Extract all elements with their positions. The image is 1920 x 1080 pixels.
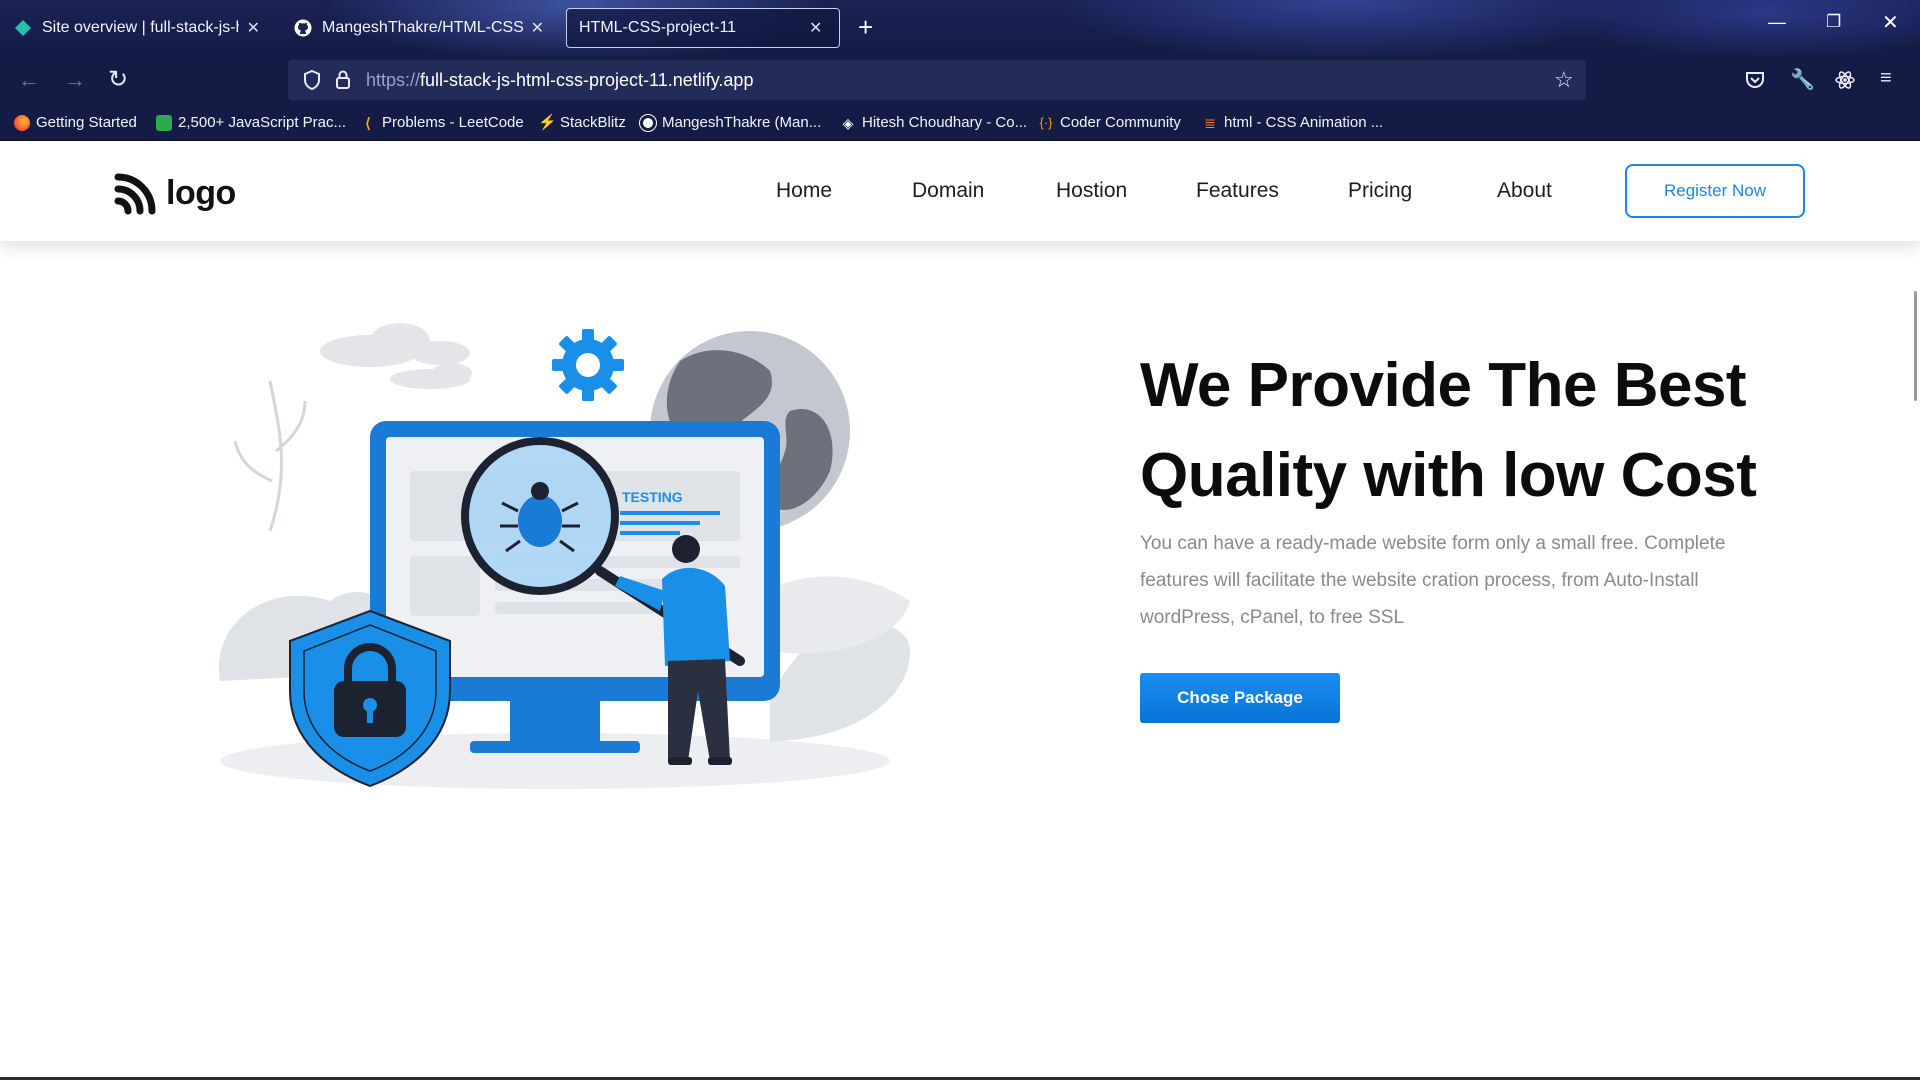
github-icon	[640, 114, 656, 131]
nav-home[interactable]: Home	[776, 179, 832, 203]
github-icon	[294, 19, 312, 37]
reload-icon[interactable]: ↻	[108, 68, 128, 92]
browser-tab-github[interactable]: MangeshThakre/HTML-CSS-Pro ✕	[282, 8, 556, 48]
forward-arrow-icon[interactable]: →	[64, 68, 86, 92]
bookmark-github-profile[interactable]: MangeshThakre (Man...	[640, 114, 821, 131]
plant-leaves-icon	[233, 380, 307, 532]
bookmark-label: html - CSS Animation ...	[1224, 114, 1384, 131]
bookmark-star-icon[interactable]: ☆	[1554, 67, 1574, 93]
back-arrow-icon[interactable]: ←	[18, 68, 40, 92]
site-header: logo Home Domain Hostion Features Pricin…	[0, 141, 1920, 241]
hero-description: You can have a ready-made website form o…	[1140, 533, 1726, 628]
url-host: full-stack-js-html-css-project-11.netlif…	[420, 70, 754, 90]
close-icon[interactable]: ✕	[809, 18, 822, 38]
wrench-icon[interactable]: 🔧	[1790, 67, 1815, 92]
browser-toolbar: ← → ↻ https://full-stack-js-html-css-pro…	[0, 56, 1920, 106]
restore-icon[interactable]: ❐	[1826, 12, 1841, 32]
code-braces-icon: {·}	[1039, 114, 1053, 130]
hero-title-line1: We Provide The Best	[1140, 351, 1747, 420]
shield-icon[interactable]	[302, 69, 322, 91]
hero-illustration: TESTING	[218, 323, 910, 789]
close-window-icon[interactable]: ✕	[1882, 10, 1899, 35]
close-icon[interactable]: ✕	[531, 18, 544, 38]
tab-title: HTML-CSS-project-11	[579, 19, 737, 36]
register-now-button[interactable]: Register Now	[1625, 164, 1805, 218]
bookmark-label: MangeshThakre (Man...	[662, 114, 822, 131]
browser-tab-strip: Site overview | full-stack-js-html ✕ Man…	[0, 0, 1920, 56]
nav-domain[interactable]: Domain	[912, 179, 984, 203]
bookmark-label: Coder Community	[1060, 114, 1181, 131]
minimize-icon[interactable]: —	[1768, 12, 1786, 33]
logo-text: logo	[166, 173, 236, 212]
tab-title: MangeshThakre/HTML-CSS-Pro	[322, 19, 523, 36]
bookmark-js-practice[interactable]: 2,500+ JavaScript Prac...	[156, 114, 346, 131]
netlify-diamond-icon	[15, 20, 31, 36]
stackoverflow-icon: ≣	[1204, 114, 1216, 131]
chose-package-button[interactable]: Chose Package	[1140, 673, 1340, 723]
react-devtools-icon[interactable]	[1834, 69, 1856, 91]
bookmark-label: 2,500+ JavaScript Prac...	[178, 114, 347, 131]
cloud-icon	[320, 323, 472, 389]
hero-title: We Provide The Best Quality with low Cos…	[1140, 341, 1860, 521]
leetcode-icon: ⟨	[365, 114, 371, 131]
close-icon[interactable]: ✕	[247, 18, 260, 38]
firefox-icon	[14, 114, 30, 131]
lock-icon[interactable]	[334, 69, 352, 91]
nav-about[interactable]: About	[1497, 179, 1552, 203]
bookmark-label: Getting Started	[36, 114, 137, 131]
address-bar[interactable]: https://full-stack-js-html-css-project-1…	[288, 60, 1586, 100]
hamburger-menu-icon[interactable]: ≡	[1880, 67, 1892, 90]
bookmark-hitesh[interactable]: ◈ Hitesh Choudhary - Co...	[840, 114, 1027, 131]
nav-features[interactable]: Features	[1196, 179, 1279, 203]
gear-icon	[552, 329, 624, 401]
site-logo[interactable]: logo	[114, 171, 236, 215]
bookmark-label: Problems - LeetCode	[382, 114, 524, 131]
codepen-icon: ◈	[842, 114, 854, 131]
bookmark-coder-community[interactable]: {·} Coder Community	[1038, 114, 1181, 131]
url-text[interactable]: https://full-stack-js-html-css-project-1…	[366, 70, 753, 91]
bolt-icon: ⚡	[538, 113, 557, 131]
puzzle-icon	[156, 114, 172, 131]
browser-tab-active[interactable]: HTML-CSS-project-11 ✕	[566, 8, 840, 48]
browser-tab-site-overview[interactable]: Site overview | full-stack-js-html ✕	[2, 8, 272, 48]
bookmark-leetcode[interactable]: ⟨ Problems - LeetCode	[360, 114, 524, 131]
scrollbar[interactable]	[1914, 291, 1917, 401]
nav-pricing[interactable]: Pricing	[1348, 179, 1412, 203]
web-page: logo Home Domain Hostion Features Pricin…	[0, 141, 1920, 1080]
bookmark-stackblitz[interactable]: ⚡ StackBlitz	[538, 114, 626, 131]
bookmarks-toolbar: Getting Started 2,500+ JavaScript Prac..…	[0, 106, 1920, 141]
bookmark-label: Hitesh Choudhary - Co...	[862, 114, 1028, 131]
bookmark-getting-started[interactable]: Getting Started	[14, 114, 137, 131]
bookmark-label: StackBlitz	[560, 114, 626, 131]
nav-hostion[interactable]: Hostion	[1056, 179, 1127, 203]
illustration-testing-label: TESTING	[622, 489, 683, 505]
pocket-icon[interactable]	[1744, 69, 1766, 91]
url-protocol: https://	[366, 70, 421, 90]
tab-title: Site overview | full-stack-js-html	[42, 19, 239, 36]
rss-logo-icon	[114, 173, 156, 215]
new-tab-button[interactable]: +	[858, 12, 873, 42]
hero-title-line2: Quality with low Cost	[1140, 441, 1757, 510]
bookmark-css-animation[interactable]: ≣ html - CSS Animation ...	[1202, 114, 1383, 131]
